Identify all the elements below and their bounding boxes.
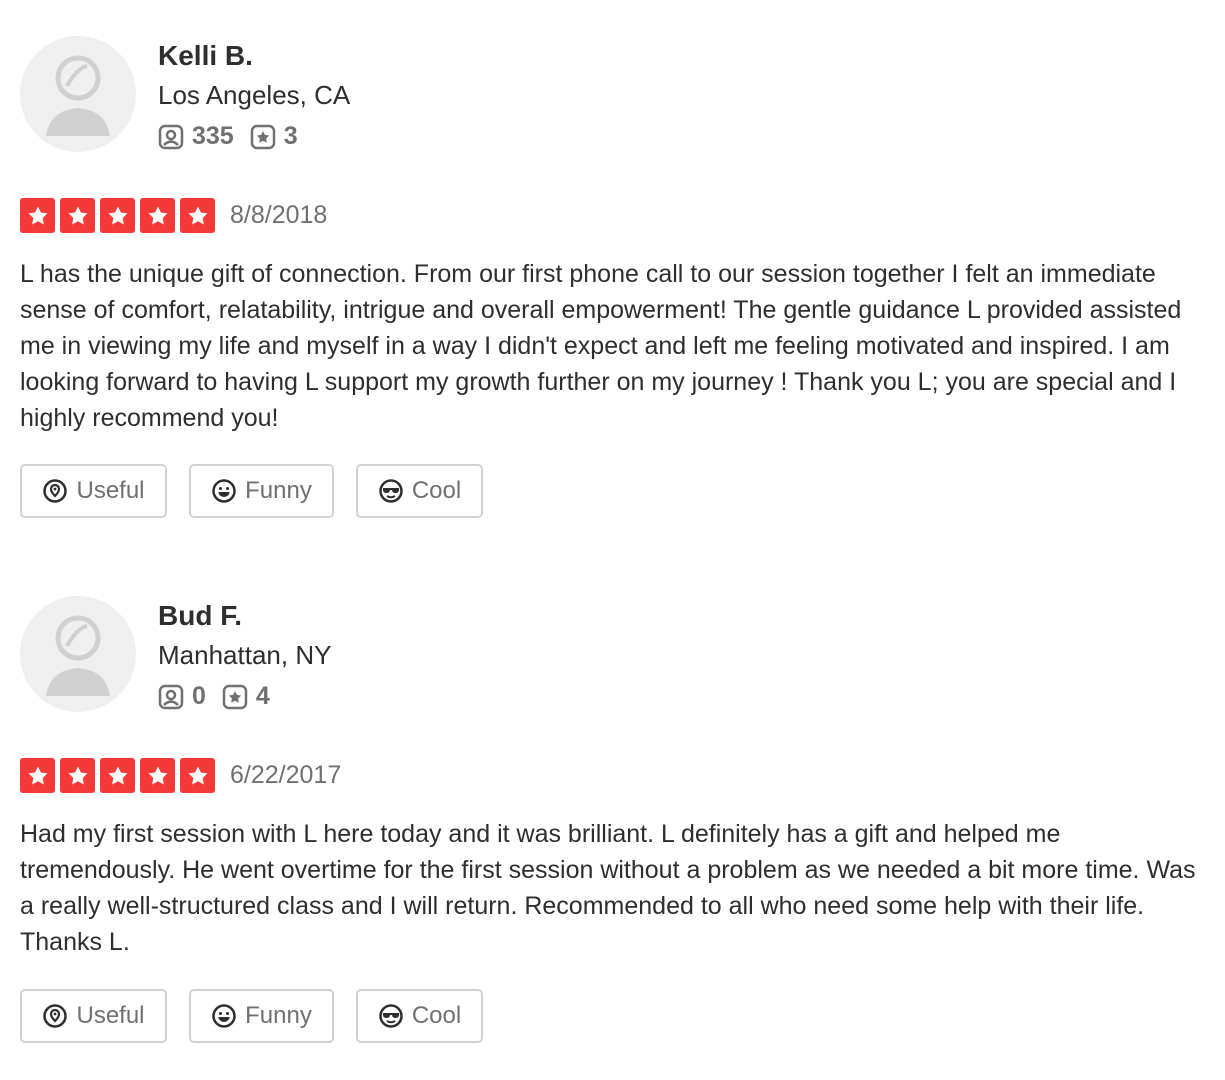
useful-button[interactable]: Useful [20, 989, 167, 1043]
user-avatar[interactable] [20, 596, 136, 712]
cool-label: Cool [411, 1002, 462, 1029]
funny-icon [212, 479, 236, 503]
useful-label: Useful [76, 477, 145, 504]
funny-button[interactable]: Funny [189, 464, 334, 518]
star-icon [140, 198, 175, 233]
user-location: Los Angeles, CA [158, 80, 351, 110]
star-rating: 6/22/2017 [20, 758, 341, 793]
useful-label: Useful [76, 1002, 145, 1029]
review-date: 8/8/2018 [230, 201, 328, 229]
star-icon [180, 758, 215, 793]
review-date: 6/22/2017 [230, 761, 342, 789]
star-icon [60, 198, 95, 233]
review-text: Had my first session with L here today a… [20, 820, 1196, 956]
friends-icon [158, 124, 184, 149]
reviews-count-value: 4 [255, 682, 270, 710]
cool-label: Cool [411, 477, 462, 504]
star-rating: 8/8/2018 [20, 198, 327, 233]
funny-label: Funny [245, 1002, 312, 1029]
reviews-count: 4 [222, 682, 270, 711]
cool-button[interactable]: Cool [356, 464, 483, 518]
star-icon [180, 198, 215, 233]
star-icon [100, 198, 135, 233]
review-text: L has the unique gift of connection. Fro… [20, 260, 1182, 432]
star-icon [20, 198, 55, 233]
cool-button[interactable]: Cool [356, 989, 483, 1043]
star-icon [100, 758, 135, 793]
user-location: Manhattan, NY [158, 640, 332, 670]
friends-count: 335 [158, 122, 234, 151]
reviews-count-value: 3 [283, 122, 298, 150]
friends-count: 0 [158, 682, 206, 711]
cool-icon [379, 479, 403, 503]
user-name[interactable]: Kelli B. [158, 40, 253, 72]
funny-label: Funny [245, 477, 312, 504]
reviews-count: 3 [250, 122, 298, 151]
useful-button[interactable]: Useful [20, 464, 167, 518]
user-stats: 0 4 [158, 682, 286, 711]
cool-icon [379, 1004, 403, 1028]
user-avatar[interactable] [20, 36, 136, 152]
friends-count-value: 0 [192, 682, 206, 710]
default-avatar-icon [46, 55, 110, 136]
useful-icon [43, 479, 68, 503]
review-star-icon [222, 684, 248, 709]
friends-icon [158, 684, 184, 709]
friends-count-value: 335 [192, 122, 234, 150]
useful-icon [43, 1004, 68, 1028]
star-icon [140, 758, 175, 793]
star-icon [20, 758, 55, 793]
user-stats: 335 3 [158, 122, 314, 151]
funny-icon [212, 1004, 236, 1028]
star-icon [60, 758, 95, 793]
user-name[interactable]: Bud F. [158, 600, 242, 632]
review-star-icon [250, 124, 275, 149]
funny-button[interactable]: Funny [189, 989, 334, 1043]
default-avatar-icon [46, 615, 110, 696]
